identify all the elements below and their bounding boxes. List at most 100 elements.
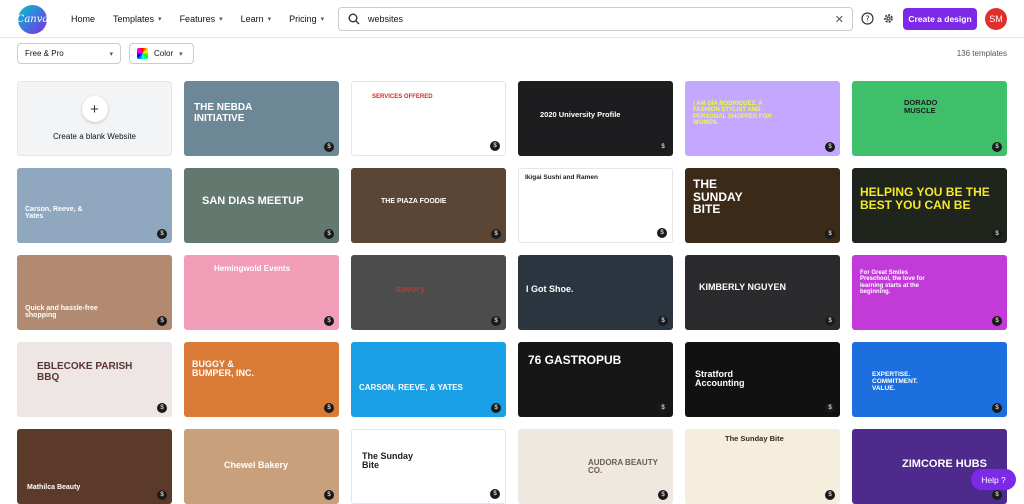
pro-crown-icon: $: [825, 229, 835, 239]
template-count: 136 templates: [956, 49, 1007, 58]
pro-crown-icon: $: [992, 229, 1002, 239]
template-card[interactable]: Chewel Bakery $: [184, 429, 339, 504]
template-card[interactable]: EXPERTISE. COMMITMENT. VALUE. $: [852, 342, 1007, 417]
pro-crown-icon: $: [490, 141, 500, 151]
nav-templates-label: Templates: [113, 14, 155, 24]
template-card[interactable]: THE NEBDA INITIATIVE $: [184, 81, 339, 156]
nav-learn-label: Learn: [240, 14, 264, 24]
chevron-down-icon: ▾: [320, 16, 325, 23]
template-title: Ikigai Sushi and Ramen: [525, 174, 598, 181]
pro-crown-icon: $: [825, 403, 835, 413]
template-card[interactable]: KIMBERLY NGUYEN $: [685, 255, 840, 330]
pro-crown-icon: $: [825, 142, 835, 152]
svg-text:?: ?: [865, 14, 869, 23]
pro-crown-icon: $: [491, 229, 501, 239]
chevron-down-icon: ▾: [219, 16, 223, 23]
pro-crown-icon: $: [992, 142, 1002, 152]
pro-crown-icon: $: [324, 229, 334, 239]
help-button[interactable]: Help ?: [971, 469, 1016, 490]
template-card[interactable]: EBLECOKE PARISH BBQ $: [17, 342, 172, 417]
template-card[interactable]: HELPING YOU BE THE BEST YOU CAN BE $: [852, 168, 1007, 243]
plus-icon: +: [81, 96, 108, 122]
template-card[interactable]: 2020 University Profile $: [518, 81, 673, 156]
nav-features[interactable]: Features ▾: [171, 0, 232, 38]
template-card[interactable]: SERVICES OFFERED $: [351, 81, 506, 156]
chevron-down-icon: ▾: [158, 16, 162, 23]
template-card[interactable]: CARSON, REEVE, & YATES $: [351, 342, 506, 417]
template-card[interactable]: ZIMCORE HUBS $: [852, 429, 1007, 504]
nav-home-label: Home: [71, 14, 96, 24]
template-title: AUDORA BEAUTY CO.: [588, 458, 658, 476]
template-title: BUGGY & BUMPER, INC.: [192, 359, 255, 379]
template-card[interactable]: Carson, Reeve, & Yates $: [17, 168, 172, 243]
search-input[interactable]: [368, 14, 835, 24]
template-title: I AM GIA RODRIGUEZ. A FASHION STYLIST AN…: [693, 101, 772, 126]
template-card[interactable]: SAN DIAS MEETUP $: [184, 168, 339, 243]
template-card[interactable]: For Great Smiles Preschool, the love for…: [852, 255, 1007, 330]
plan-filter-label: Free & Pro: [25, 49, 64, 58]
template-title: 76 GASTROPUB: [528, 353, 622, 367]
nav-pricing-label: Pricing: [289, 14, 317, 24]
help-circle-icon[interactable]: ?: [860, 11, 875, 26]
canva-logo[interactable]: Canva: [17, 5, 48, 34]
template-card[interactable]: AUDORA BEAUTY CO. $: [518, 429, 673, 504]
avatar[interactable]: SM: [985, 8, 1007, 30]
template-title: EXPERTISE. COMMITMENT. VALUE.: [872, 371, 918, 392]
template-title: Stratford Accounting: [695, 369, 745, 389]
template-card[interactable]: The Sunday Bite $: [685, 429, 840, 504]
pro-crown-icon: $: [157, 316, 167, 326]
template-card[interactable]: DORADO MUSCLE $: [852, 81, 1007, 156]
template-title: For Great Smiles Preschool, the love for…: [860, 270, 925, 295]
template-title: EBLECOKE PARISH BBQ: [37, 361, 133, 383]
template-card[interactable]: The Sunday Bite $: [351, 429, 506, 504]
create-design-button[interactable]: Create a design: [903, 8, 977, 30]
template-card[interactable]: Mathilca Beauty $: [17, 429, 172, 504]
template-card[interactable]: Stratford Accounting $: [685, 342, 840, 417]
template-card[interactable]: 76 GASTROPUB $: [518, 342, 673, 417]
pro-crown-icon: $: [490, 489, 500, 499]
create-blank-card[interactable]: + Create a blank Website: [17, 81, 172, 156]
nav-templates[interactable]: Templates ▾: [104, 0, 171, 38]
pro-crown-icon: $: [825, 316, 835, 326]
template-card[interactable]: Hemingwold Events $: [184, 255, 339, 330]
template-title: THE NEBDA INITIATIVE: [194, 102, 252, 124]
template-card[interactable]: I AM GIA RODRIGUEZ. A FASHION STYLIST AN…: [685, 81, 840, 156]
plan-filter-dropdown[interactable]: Free & Pro ▾: [17, 43, 121, 64]
template-title: Mathilca Beauty: [27, 484, 81, 491]
color-filter-dropdown[interactable]: Color ▾: [129, 43, 194, 64]
template-title: SERVICES OFFERED: [372, 94, 433, 100]
nav-features-label: Features: [179, 14, 216, 24]
main-nav: Home Templates ▾ Features ▾ Learn ▾ Pricing…: [62, 0, 333, 38]
chevron-down-icon: ▾: [109, 50, 113, 58]
nav-home[interactable]: Home: [62, 0, 104, 38]
search-bar[interactable]: ✕: [338, 7, 853, 31]
pro-crown-icon: $: [992, 403, 1002, 413]
pro-crown-icon: $: [658, 316, 668, 326]
template-grid: + Create a blank Website THE NEBDA INITI…: [17, 81, 1007, 504]
nav-learn[interactable]: Learn ▾: [232, 0, 281, 38]
pro-crown-icon: $: [324, 316, 334, 326]
template-title: The Sunday Bite: [725, 434, 784, 443]
color-swatch-icon: [137, 48, 148, 59]
template-card[interactable]: THE PIAZA FOODIE $: [351, 168, 506, 243]
template-title: Chewel Bakery: [224, 460, 289, 470]
template-title: THE PIAZA FOODIE: [381, 198, 447, 205]
template-title: Carson, Reeve, & Yates: [25, 206, 83, 221]
pro-crown-icon: $: [658, 403, 668, 413]
template-title: KIMBERLY NGUYEN: [699, 282, 787, 292]
template-card[interactable]: Quick and hassle-free shopping $: [17, 255, 172, 330]
clear-search-icon[interactable]: ✕: [835, 13, 844, 26]
template-title: HELPING YOU BE THE BEST YOU CAN BE: [860, 185, 990, 212]
nav-pricing[interactable]: Pricing ▾: [280, 0, 333, 38]
template-card[interactable]: I Got Shoe. $: [518, 255, 673, 330]
gear-icon[interactable]: [881, 11, 896, 26]
template-title: Hemingwold Events: [214, 264, 291, 273]
template-card[interactable]: BUGGY & BUMPER, INC. $: [184, 342, 339, 417]
template-card[interactable]: THE SUNDAY BITE $: [685, 168, 840, 243]
template-card[interactable]: savory $: [351, 255, 506, 330]
pro-crown-icon: $: [324, 142, 334, 152]
template-title: savory: [396, 284, 426, 294]
filter-bar: Free & Pro ▾ Color ▾: [17, 43, 194, 64]
template-card[interactable]: Ikigai Sushi and Ramen $: [518, 168, 673, 243]
pro-crown-icon: $: [658, 142, 668, 152]
